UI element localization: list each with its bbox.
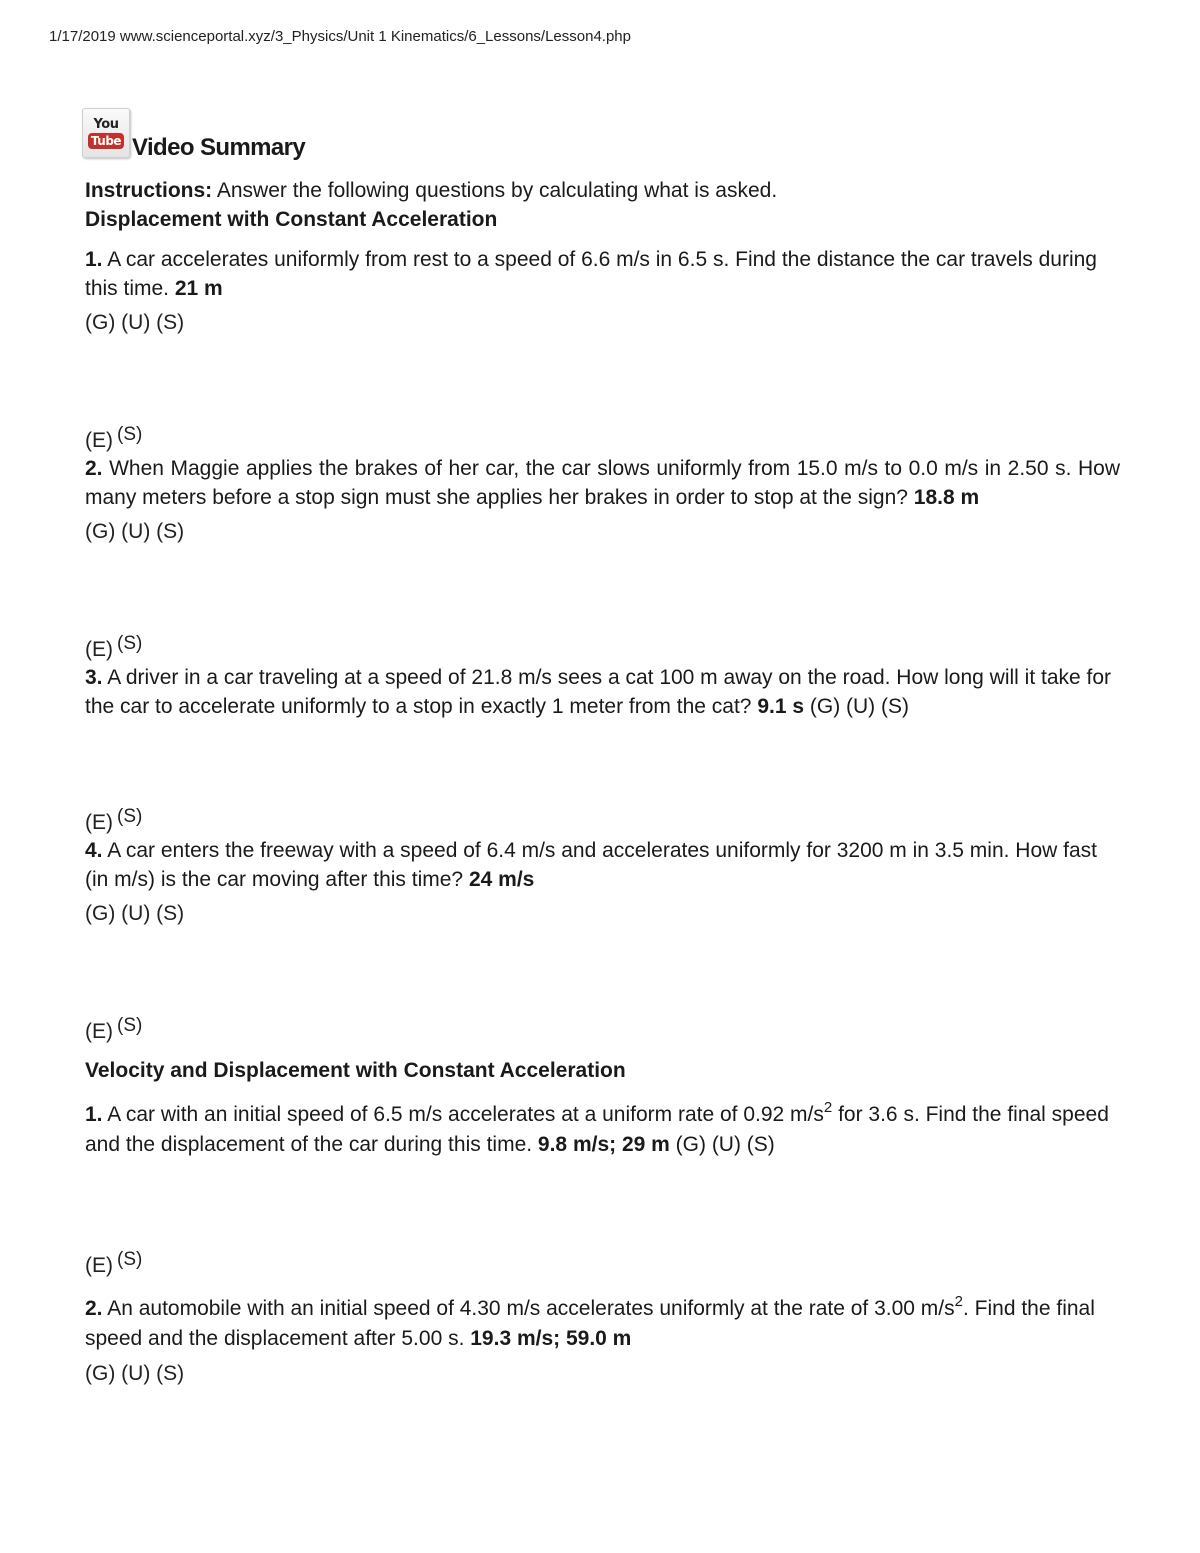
steps-gus: (G) (U) (S) bbox=[85, 1362, 185, 1385]
step-s: (S) bbox=[117, 1249, 143, 1270]
print-header: 1/17/2019 www.scienceportal.xyz/3_Physic… bbox=[49, 28, 631, 45]
steps-es: (E) (S) bbox=[85, 421, 1120, 455]
page-title: Video Summary bbox=[132, 134, 306, 161]
steps-es: (E) (S) bbox=[85, 630, 1120, 664]
exponent: 2 bbox=[823, 1099, 833, 1116]
steps-gus: (G) (U) (S) bbox=[85, 520, 185, 543]
step-s: (S) bbox=[117, 1015, 143, 1036]
steps-es: (E) (S) bbox=[85, 803, 1120, 837]
question-4: 4. A car enters the freeway with a speed… bbox=[85, 837, 1120, 894]
step-s: (S) bbox=[117, 424, 143, 445]
lesson-content: You Tube Video Summary Instructions: Ans… bbox=[82, 100, 1120, 1388]
question-answer: 9.1 s bbox=[757, 694, 805, 718]
steps-gus: (G) (U) (S) bbox=[804, 694, 910, 718]
section-title-velocity-displacement: Velocity and Displacement with Constant … bbox=[85, 1059, 626, 1082]
question-number: 4. bbox=[85, 839, 103, 862]
question-text: A car with an initial speed of 6.5 m/s a… bbox=[102, 1103, 824, 1126]
question-answer: 21 m bbox=[174, 276, 223, 300]
question-text: A car accelerates uniformly from rest to… bbox=[85, 248, 1097, 300]
title-row: You Tube Video Summary bbox=[82, 100, 1120, 161]
steps-gus: (G) (U) (S) bbox=[85, 902, 185, 925]
question-text: A car enters the freeway with a speed of… bbox=[85, 839, 1098, 891]
question-number: 2. bbox=[85, 457, 103, 480]
question-1: 1. A car accelerates uniformly from rest… bbox=[85, 246, 1120, 303]
question-text: An automobile with an initial speed of 4… bbox=[102, 1297, 955, 1320]
step-e: (E) bbox=[85, 638, 113, 661]
step-e: (E) bbox=[85, 1020, 113, 1043]
steps-es: (E) (S) bbox=[85, 1246, 1120, 1280]
instructions: Instructions: Answer the following quest… bbox=[85, 177, 1120, 205]
question-6: 2. An automobile with an initial speed o… bbox=[85, 1294, 1120, 1354]
step-e: (E) bbox=[85, 429, 113, 452]
question-answer: 24 m/s bbox=[468, 867, 535, 891]
step-e: (E) bbox=[85, 1254, 113, 1277]
steps-gus: (G) (U) (S) bbox=[669, 1133, 775, 1156]
question-number: 1. bbox=[85, 248, 103, 271]
question-number: 1. bbox=[85, 1103, 103, 1126]
question-answer: 18.8 m bbox=[913, 485, 980, 509]
steps-gus: (G) (U) (S) bbox=[85, 311, 185, 334]
step-s: (S) bbox=[117, 633, 143, 654]
question-3: 3. A driver in a car traveling at a spee… bbox=[85, 664, 1120, 721]
instructions-text: Answer the following questions by calcul… bbox=[212, 179, 778, 202]
youtube-logo-you: You bbox=[93, 116, 119, 132]
youtube-logo-tube: Tube bbox=[87, 132, 125, 149]
step-e: (E) bbox=[85, 811, 113, 834]
question-5: 1. A car with an initial speed of 6.5 m/… bbox=[85, 1100, 1120, 1160]
steps-es: (E) (S) bbox=[85, 1012, 1120, 1046]
step-s: (S) bbox=[117, 806, 143, 827]
question-answer: 19.3 m/s; 59.0 m bbox=[470, 1327, 632, 1350]
question-number: 3. bbox=[85, 666, 103, 689]
instructions-label: Instructions: bbox=[85, 179, 213, 202]
question-2: 2. When Maggie applies the brakes of her… bbox=[85, 455, 1120, 512]
youtube-icon[interactable]: You Tube bbox=[82, 108, 130, 158]
question-number: 2. bbox=[85, 1297, 103, 1320]
question-answer: 9.8 m/s; 29 m bbox=[537, 1133, 670, 1156]
question-text: A driver in a car traveling at a speed o… bbox=[85, 666, 1112, 718]
exponent: 2 bbox=[954, 1293, 963, 1310]
section-title-displacement: Displacement with Constant Acceleration bbox=[85, 208, 498, 231]
